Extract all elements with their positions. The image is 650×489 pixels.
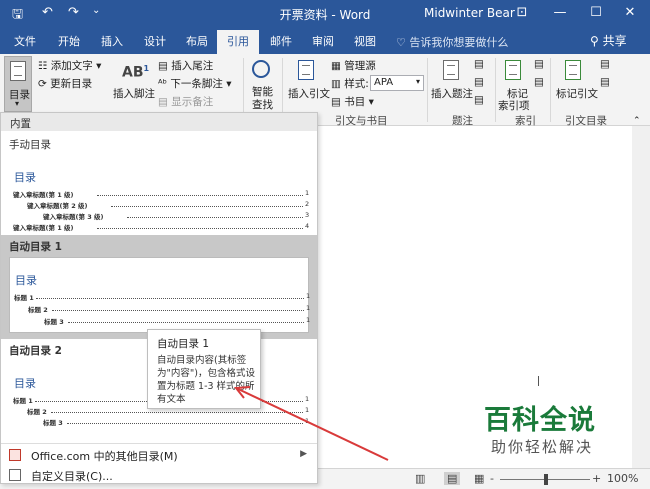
watermark-slogan: 助你轻松解决	[491, 438, 594, 456]
watermark-logo-text: 百科全说	[484, 405, 596, 436]
